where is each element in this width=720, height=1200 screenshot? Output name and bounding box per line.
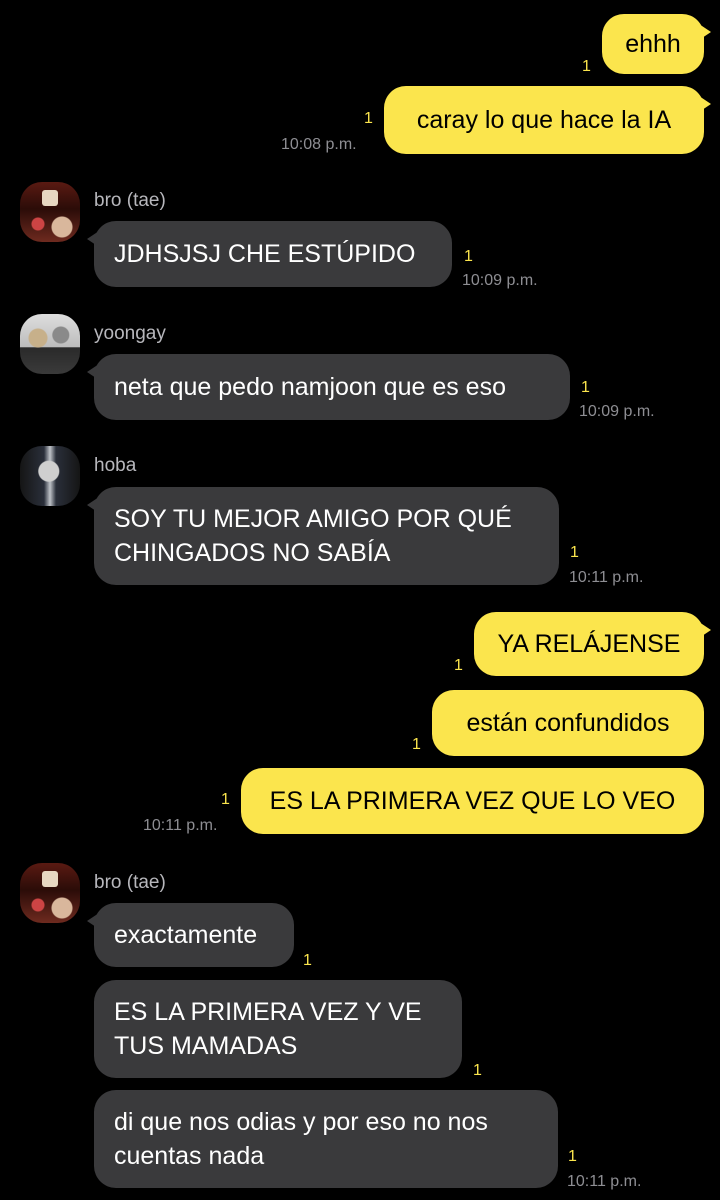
unread-count: 1	[473, 1062, 482, 1079]
sender-name: yoongay	[94, 323, 166, 344]
message-timestamp: 10:08 p.m.	[281, 136, 357, 153]
unread-count: 1	[364, 110, 373, 127]
unread-count: 1	[412, 736, 421, 753]
incoming-message[interactable]: di que nos odias y por eso no nos cuenta…	[94, 1090, 558, 1188]
unread-count: 1	[221, 791, 230, 808]
message-timestamp: 10:11 p.m.	[143, 817, 218, 834]
incoming-message[interactable]: neta que pedo namjoon que es eso	[87, 354, 570, 420]
outgoing-message[interactable]: están confundidos	[432, 690, 704, 756]
outgoing-message[interactable]: ES LA PRIMERA VEZ QUE LO VEO	[241, 768, 704, 834]
avatar-hoba[interactable]	[20, 446, 80, 506]
incoming-message[interactable]: JDHSJSJ CHE ESTÚPIDO	[87, 221, 452, 287]
unread-count: 1	[454, 657, 463, 674]
sender-name: bro (tae)	[94, 872, 166, 893]
unread-count: 1	[581, 379, 590, 396]
avatar-bro-tae[interactable]	[20, 182, 80, 242]
incoming-message[interactable]: SOY TU MEJOR AMIGO POR QUÉ CHINGADOS NO …	[87, 487, 559, 585]
chat-thread: ehhh 1 caray lo que hace la IA 1 10:08 p…	[0, 0, 720, 1200]
incoming-message[interactable]: exactamente	[87, 903, 294, 967]
unread-count: 1	[303, 952, 312, 969]
avatar-bro-tae[interactable]	[20, 863, 80, 923]
outgoing-message[interactable]: YA RELÁJENSE	[474, 612, 711, 676]
message-timestamp: 10:11 p.m.	[567, 1173, 642, 1190]
sender-name: hoba	[94, 455, 137, 476]
outgoing-message[interactable]: caray lo que hace la IA	[384, 86, 711, 154]
message-timestamp: 10:09 p.m.	[579, 403, 655, 420]
unread-count: 1	[464, 248, 473, 265]
unread-count: 1	[570, 544, 579, 561]
message-timestamp: 10:09 p.m.	[462, 272, 538, 289]
incoming-message[interactable]: ES LA PRIMERA VEZ Y VE TUS MAMADAS	[94, 980, 462, 1078]
message-timestamp: 10:11 p.m.	[569, 569, 644, 586]
avatar-yoongay[interactable]	[20, 314, 80, 374]
sender-name: bro (tae)	[94, 190, 166, 211]
unread-count: 1	[568, 1148, 577, 1165]
unread-count: 1	[582, 58, 591, 75]
outgoing-message[interactable]: ehhh	[602, 14, 711, 74]
